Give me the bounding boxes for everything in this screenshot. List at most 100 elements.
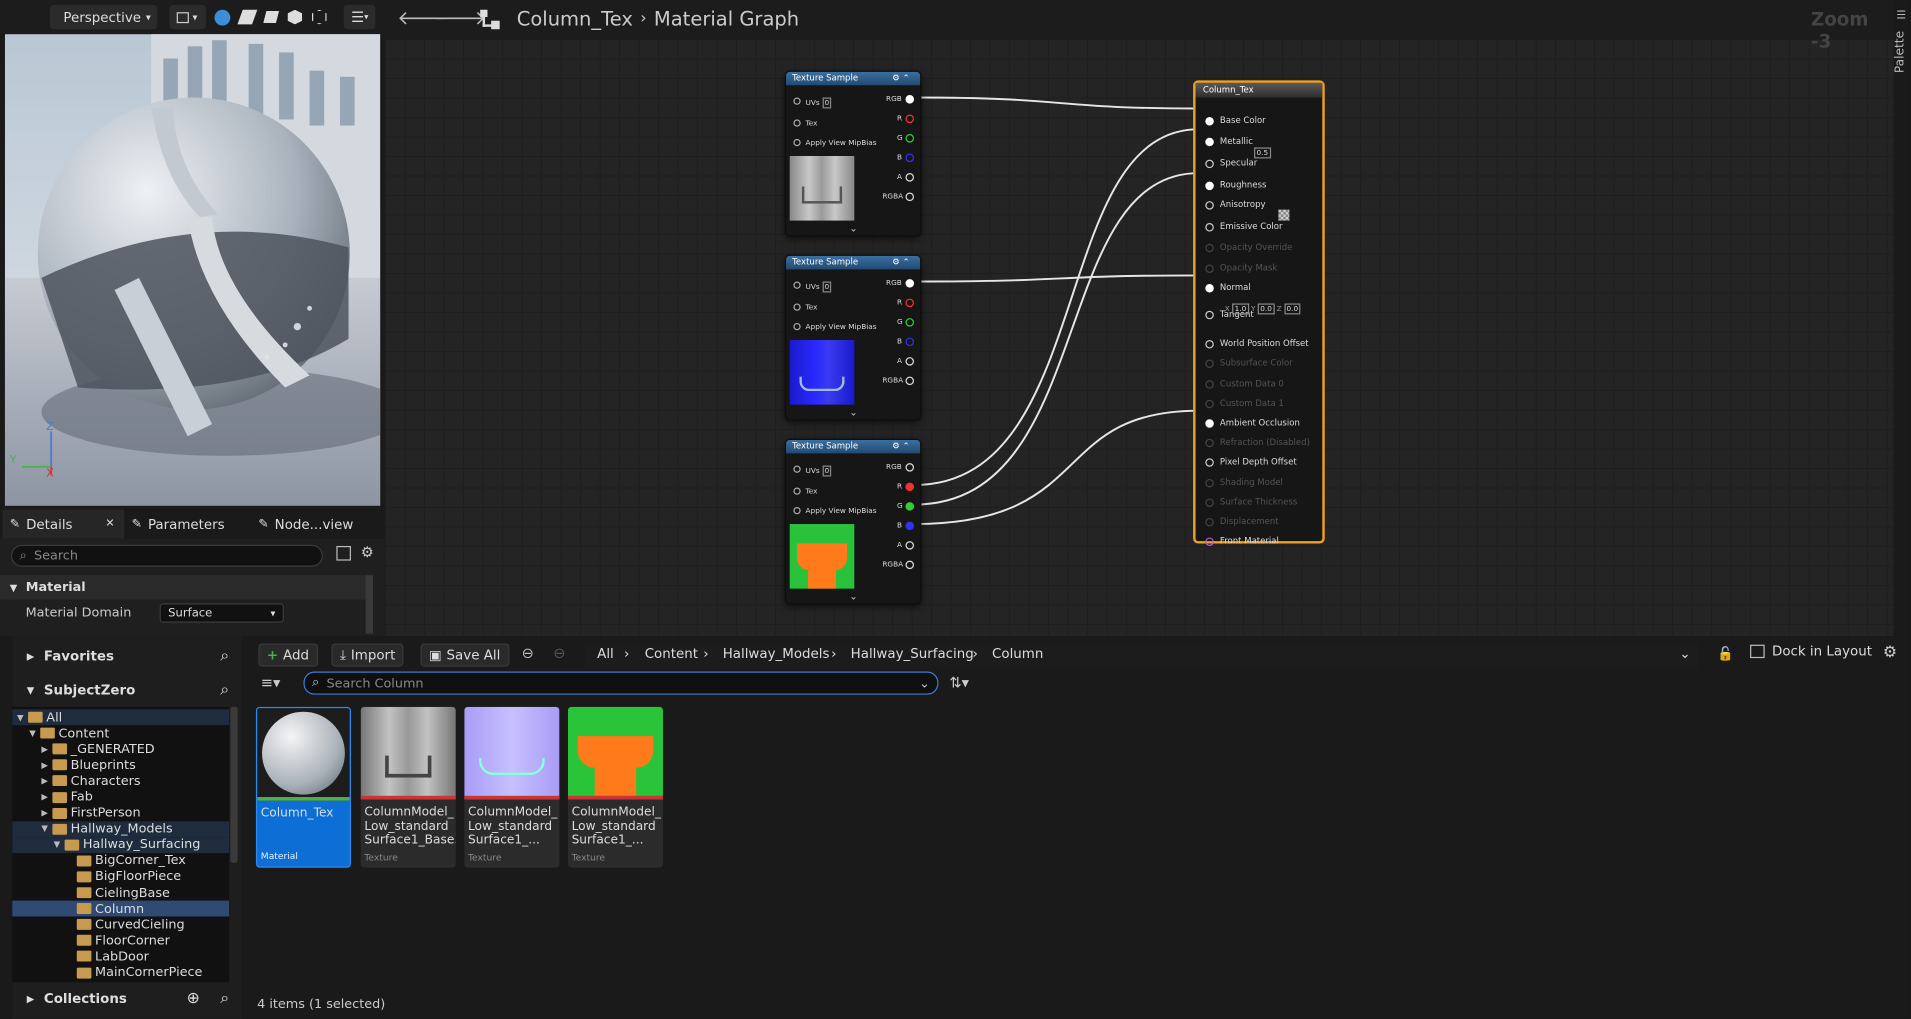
b-output-pin[interactable] xyxy=(905,337,915,347)
chevron-right-icon[interactable]: ▶ xyxy=(41,792,52,802)
a-output-pin[interactable] xyxy=(905,173,915,182)
dock-in-layout-button[interactable]: Dock in Layout xyxy=(1750,643,1872,659)
specular-value[interactable]: 0.5 xyxy=(1254,147,1271,159)
chevron-down-icon[interactable]: ▼ xyxy=(41,824,52,834)
settings-icon[interactable]: ⚙ xyxy=(1883,643,1897,661)
input-pin-icon[interactable] xyxy=(1205,181,1214,190)
input-pin-icon[interactable] xyxy=(1205,222,1214,232)
tree-folder[interactable]: BigCorner_Tex xyxy=(12,853,229,869)
mipbias-pin[interactable] xyxy=(793,322,801,331)
input-pin-icon[interactable] xyxy=(1205,116,1214,126)
tangent-y-value[interactable]: 0.0 xyxy=(1257,303,1275,315)
tree-folder[interactable]: Column xyxy=(12,900,230,917)
chevron-right-icon[interactable]: ▶ xyxy=(41,744,52,754)
chevron-down-icon[interactable]: ⌄ xyxy=(849,223,857,234)
asset-search-input[interactable]: ⌕ Search Column ⌄ xyxy=(303,671,939,695)
b-output-pin[interactable] xyxy=(905,153,915,163)
result-pin-row[interactable]: Anisotropy xyxy=(1205,195,1266,215)
g-output-pin[interactable] xyxy=(905,318,915,327)
search-icon[interactable]: ⌕ xyxy=(220,681,229,699)
result-pin-row[interactable]: Specular xyxy=(1205,154,1257,174)
add-button[interactable]: + Add xyxy=(258,643,318,667)
asset-tile[interactable]: ColumnModel_ Low_standard Surface1_... T… xyxy=(567,706,663,868)
chevron-down-icon[interactable]: ⌄ xyxy=(849,591,857,602)
input-pin-icon[interactable] xyxy=(1205,537,1214,546)
tex-pin[interactable] xyxy=(793,487,801,495)
input-pin-icon[interactable] xyxy=(1205,264,1214,273)
result-pin-row[interactable]: Base Color xyxy=(1205,111,1266,131)
tree-folder[interactable]: ▶ _GENERATED xyxy=(12,741,229,757)
result-pin-row[interactable]: World Position Offset xyxy=(1205,334,1309,354)
result-pin-row[interactable]: Pixel Depth Offset xyxy=(1205,452,1297,472)
input-pin-icon[interactable] xyxy=(1205,498,1214,507)
input-pin-icon[interactable] xyxy=(1205,457,1214,467)
uvs-value[interactable]: 0 xyxy=(822,97,832,109)
a-output-pin[interactable] xyxy=(905,357,915,366)
r-output-pin[interactable] xyxy=(905,114,915,124)
chevron-down-icon[interactable]: ⌄ xyxy=(849,407,857,418)
tree-folder[interactable]: ▶ Blueprints xyxy=(12,757,229,773)
tangent-x-value[interactable]: 1.0 xyxy=(1232,303,1249,315)
sort-icon[interactable]: ⇅▾ xyxy=(949,674,969,691)
collections-header[interactable]: ▶ Collections ⊕ ⌕ xyxy=(12,982,241,1014)
add-collection-icon[interactable]: ⊕ xyxy=(187,989,200,1007)
tree-folder[interactable]: CurvedCieling xyxy=(12,917,229,933)
uvs-pin[interactable] xyxy=(793,465,801,473)
folder-tree[interactable]: ▼ All ▼ Content ▶ _GENERATED ▶ Blueprints ▶ Chara… xyxy=(12,706,230,983)
r-output-pin[interactable] xyxy=(905,298,915,308)
tree-folder[interactable]: ▼ Content xyxy=(12,725,229,741)
input-pin-icon[interactable] xyxy=(1205,283,1214,293)
input-pin-icon[interactable] xyxy=(1205,379,1214,389)
rgba-output-pin[interactable] xyxy=(905,560,915,570)
uvs-pin[interactable] xyxy=(793,281,801,289)
input-pin-icon[interactable] xyxy=(1205,399,1214,408)
result-pin-row[interactable]: Normal xyxy=(1205,278,1251,298)
asset-tile[interactable]: ColumnModel_ Low_standard Surface1_Base.… xyxy=(360,706,456,868)
history-back-icon[interactable]: ⊖ xyxy=(522,645,534,662)
input-pin-icon[interactable] xyxy=(1205,200,1214,210)
tree-folder[interactable]: ▼ Hallway_Models xyxy=(12,820,230,837)
tree-folder[interactable]: ▼ All xyxy=(12,709,230,726)
asset-tile[interactable]: ColumnModel_ Low_standard Surface1_... T… xyxy=(464,706,560,868)
node-options-icon[interactable]: ⚙ ⌃ xyxy=(892,257,910,267)
node-options-icon[interactable]: ⚙ ⌃ xyxy=(892,73,910,83)
tangent-z-value[interactable]: 0.0 xyxy=(1284,303,1301,315)
path-hallway-models[interactable]: Hallway_Models xyxy=(723,646,830,662)
result-pin-row[interactable]: Roughness xyxy=(1205,175,1266,195)
tree-folder[interactable]: CielingBase xyxy=(12,885,229,901)
tree-folder[interactable]: FloorCorner xyxy=(12,933,229,949)
rgba-output-pin[interactable] xyxy=(905,376,915,386)
input-pin-icon[interactable] xyxy=(1205,159,1214,168)
texture-sample-node-3[interactable]: Texture Sample ⚙ ⌃ UVs 0 Tex Apply View … xyxy=(784,438,922,605)
tex-pin[interactable] xyxy=(793,119,801,127)
result-pin-row[interactable]: Metallic xyxy=(1205,132,1253,152)
chevron-right-icon[interactable]: ▶ xyxy=(41,808,52,818)
b-output-pin[interactable] xyxy=(905,521,915,531)
import-button[interactable]: ⤓ Import xyxy=(331,643,404,667)
tree-scrollbar[interactable] xyxy=(230,706,238,863)
g-output-pin[interactable] xyxy=(905,502,915,511)
input-pin-icon[interactable] xyxy=(1205,418,1214,428)
chevron-right-icon[interactable]: ▶ xyxy=(41,760,52,770)
input-pin-icon[interactable] xyxy=(1205,137,1214,146)
tex-pin[interactable] xyxy=(793,303,801,311)
search-icon[interactable]: ⌕ xyxy=(220,989,229,1007)
a-output-pin[interactable] xyxy=(905,541,915,550)
path-content[interactable]: Content xyxy=(645,646,698,662)
r-output-pin[interactable] xyxy=(905,482,915,492)
tree-folder[interactable]: ▼ Hallway_Surfacing xyxy=(12,836,230,853)
uvs-pin[interactable] xyxy=(793,97,801,105)
rgb-output-pin[interactable] xyxy=(905,95,915,104)
input-pin-icon[interactable] xyxy=(1205,359,1214,368)
uvs-value[interactable]: 0 xyxy=(822,281,832,293)
chevron-down-icon[interactable]: ▼ xyxy=(29,728,40,738)
uvs-value[interactable]: 0 xyxy=(822,465,832,477)
lock-icon[interactable]: 🔓 xyxy=(1717,646,1734,662)
g-output-pin[interactable] xyxy=(905,134,915,143)
chevron-down-icon[interactable]: ▼ xyxy=(54,840,65,850)
tree-folder[interactable]: ▶ FirstPerson xyxy=(12,805,229,821)
mipbias-pin[interactable] xyxy=(793,506,801,515)
input-pin-icon[interactable] xyxy=(1205,517,1214,527)
chevron-down-icon[interactable]: ⌄ xyxy=(919,676,930,691)
chevron-down-icon[interactable]: ▼ xyxy=(17,712,28,722)
